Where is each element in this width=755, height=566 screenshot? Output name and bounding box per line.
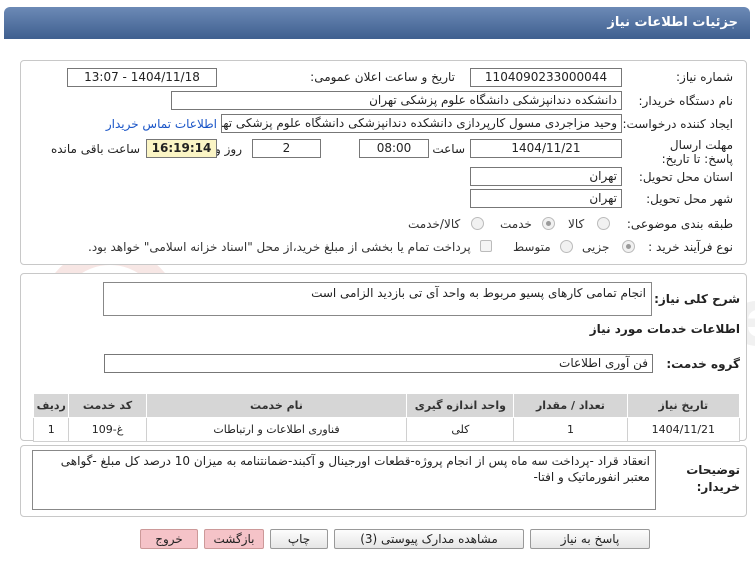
services-table: ردیف کد خدمت نام خدمت واحد اندازه گیری ت… <box>32 393 741 442</box>
services-section-title: اطلاعات خدمات مورد نیاز <box>589 322 740 336</box>
page-header: جزئیات اطلاعات نیاز <box>4 7 750 39</box>
city-label: شهر محل تحویل: <box>646 192 733 206</box>
buyer-org-label: نام دستگاه خریدار: <box>638 94 734 108</box>
cell-quantity: 1 <box>513 417 628 442</box>
category-option-service-radio[interactable] <box>542 217 555 230</box>
announce-datetime-field: 1404/11/18 - 13:07 <box>67 68 217 87</box>
province-label: استان محل تحویل: <box>638 170 733 184</box>
category-option-both-label: کالا/خدمت <box>408 217 461 231</box>
purchase-option-medium-label: متوسط <box>513 240 551 254</box>
remaining-time-field: 16:19:14 <box>146 139 217 158</box>
days-remaining-field: 2 <box>252 139 321 158</box>
cell-code: غ-109 <box>68 417 147 442</box>
purchase-option-minor-label: جزیی <box>582 240 610 254</box>
back-button[interactable]: بازگشت <box>204 529 264 549</box>
table-row: 1 غ-109 فناوری اطلاعات و ارتباطات کلی 1 … <box>32 417 741 442</box>
print-button[interactable]: چاپ <box>270 529 328 549</box>
creator-field: وحید مزاجردی مسول کارپردازی دانشکده دندا… <box>221 114 622 133</box>
col-header-need-date: تاریخ نیاز <box>626 393 741 418</box>
exit-button[interactable]: خروج <box>140 529 198 549</box>
cell-need-date: 1404/11/21 <box>626 417 741 442</box>
remaining-time-label: ساعت باقی مانده <box>50 142 140 156</box>
province-field: تهران <box>470 167 622 186</box>
city-field: تهران <box>470 189 622 208</box>
deadline-time-field: 08:00 <box>359 139 429 158</box>
purchase-type-label: نوع فرآیند خرید : <box>648 240 733 254</box>
creator-label: ایجاد کننده درخواست: <box>622 117 733 131</box>
col-header-name: نام خدمت <box>145 393 408 418</box>
category-option-goods-radio[interactable] <box>597 217 610 230</box>
col-header-code: کد خدمت <box>68 393 147 418</box>
purchase-option-medium-radio[interactable] <box>560 240 573 253</box>
category-option-both-radio[interactable] <box>471 217 484 230</box>
service-group-field: فن آوری اطلاعات <box>104 354 653 373</box>
announce-datetime-label: تاریخ و ساعت اعلان عمومی: <box>310 70 455 84</box>
cell-unit: کلی <box>406 417 515 442</box>
service-group-label: گروه خدمت: <box>666 357 740 371</box>
col-header-quantity: تعداد / مقدار <box>513 393 628 418</box>
reply-button[interactable]: پاسخ به نیاز <box>530 529 650 549</box>
page-title: جزئیات اطلاعات نیاز <box>607 15 738 30</box>
view-attachments-button[interactable]: مشاهده مدارک پیوستی (3) <box>334 529 524 549</box>
buyer-org-field: دانشکده دندانپزشکی دانشگاه علوم پزشکی ته… <box>171 91 622 110</box>
category-option-service-label: خدمت <box>500 217 532 231</box>
purchase-option-minor-radio[interactable] <box>622 240 635 253</box>
category-option-goods-label: کالا <box>568 217 585 231</box>
category-label: طبقه بندی موضوعی: <box>626 217 733 231</box>
summary-label: شرح کلی نیاز: <box>654 292 740 306</box>
days-label: روز و <box>215 142 242 156</box>
col-header-row: ردیف <box>32 393 70 418</box>
deadline-time-label: ساعت <box>432 142 465 156</box>
deadline-label: مهلت ارسال پاسخ: تا تاریخ: <box>661 138 733 166</box>
contact-buyer-link[interactable]: اطلاعات تماس خریدار <box>106 117 217 131</box>
col-header-unit: واحد اندازه گیری <box>406 393 515 418</box>
services-table-header: ردیف کد خدمت نام خدمت واحد اندازه گیری ت… <box>32 393 741 418</box>
buyer-notes-text: انعقاد قراد -پرداخت سه ماه پس از انجام پ… <box>32 450 656 510</box>
deadline-date-field: 1404/11/21 <box>470 139 622 158</box>
treasury-payment-note: پرداخت تمام یا بخشی از مبلغ خرید،از محل … <box>88 240 471 254</box>
cell-row: 1 <box>32 417 70 442</box>
need-number-field: 1104090233000044 <box>470 68 622 87</box>
treasury-payment-checkbox[interactable] <box>480 240 492 252</box>
cell-name: فناوری اطلاعات و ارتباطات <box>145 417 408 442</box>
need-number-label: شماره نیاز: <box>676 70 733 84</box>
buyer-notes-label: توضیحات خریدار: <box>686 463 740 494</box>
summary-text: انجام تمامی کارهای پسیو مربوط به واحد آی… <box>103 282 652 316</box>
